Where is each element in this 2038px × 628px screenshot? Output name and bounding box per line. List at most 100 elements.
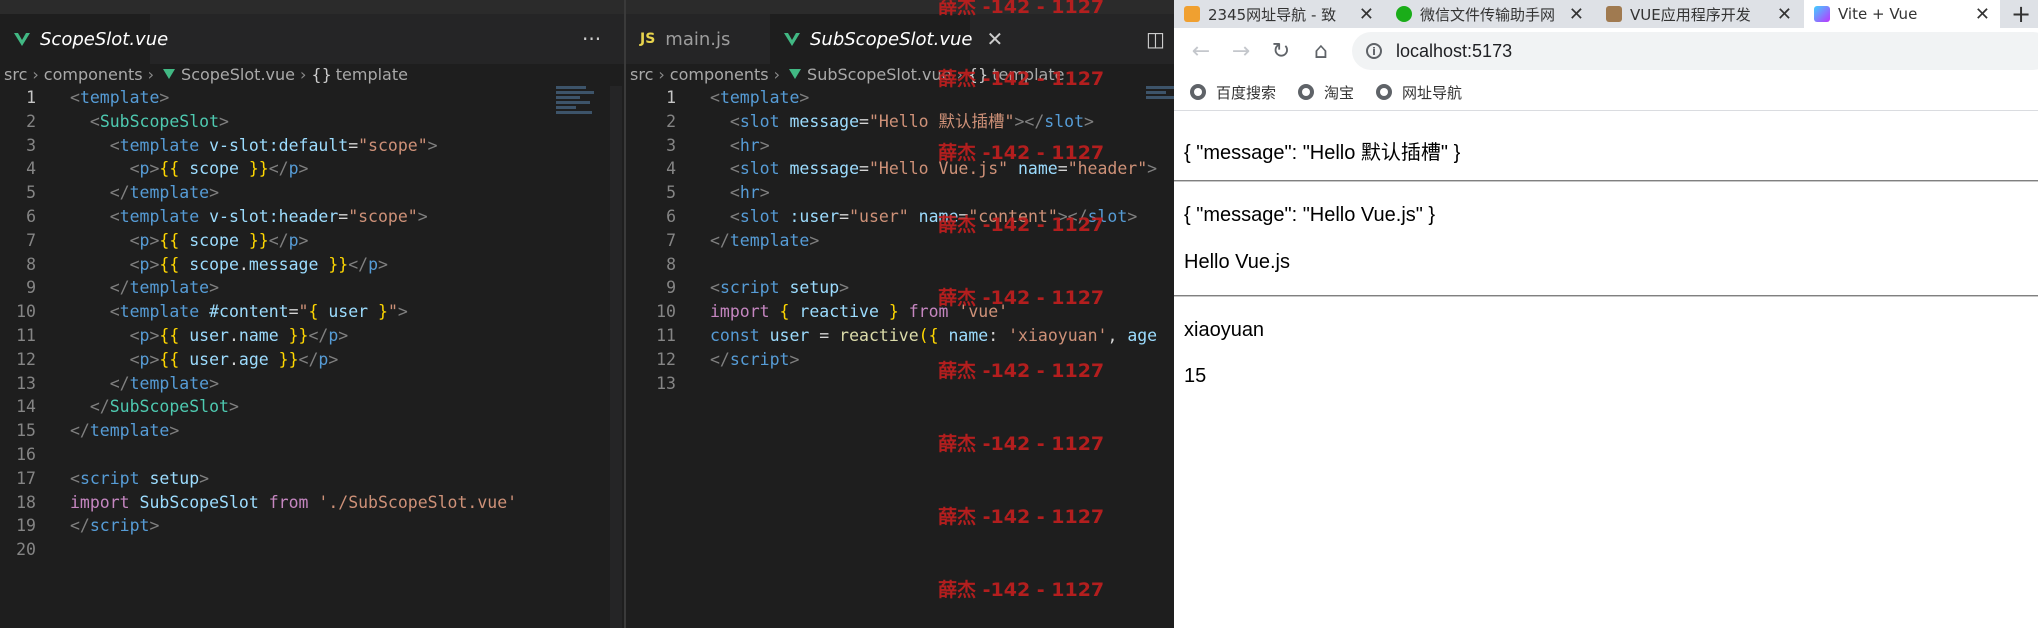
code-token: 'vue' <box>958 302 1009 322</box>
code-line[interactable]: 6 <slot :user="user" name="content"></sl… <box>626 205 1174 229</box>
close-icon[interactable]: ✕ <box>1975 4 1990 25</box>
tab-subscopeslot-vue[interactable]: SubScopeSlot.vue ✕ <box>770 14 1003 64</box>
new-tab-button[interactable]: + <box>2004 0 2038 28</box>
tab-scopeslot-vue[interactable]: ScopeSlot.vue <box>0 14 168 64</box>
code-line[interactable]: 2 <slot message="Hello 默认插槽"></slot> <box>626 110 1174 134</box>
code-token: {{ <box>159 349 180 369</box>
code-line[interactable]: 13 <box>626 372 1174 396</box>
code-token: > <box>199 468 210 488</box>
breadcrumb-item-src[interactable]: src <box>4 65 27 84</box>
browser-tab-2345[interactable]: 2345网址导航 - 致 ✕ <box>1174 0 1384 28</box>
code-line[interactable]: 18 import SubScopeSlot from './SubScopeSl… <box>0 491 624 515</box>
line-source: </template> <box>710 229 819 253</box>
breadcrumb-item-template[interactable]: template <box>336 65 408 84</box>
code-line[interactable]: 4 <p>{{ scope }}</p> <box>0 157 624 181</box>
code-token: }} <box>248 159 269 179</box>
code-line[interactable]: 16 <box>0 443 624 467</box>
code-line[interactable]: 17 <script setup> <box>0 467 624 491</box>
code-line[interactable]: 3 <template v-slot:default="scope"> <box>0 134 624 158</box>
line-number: 2 <box>666 111 676 131</box>
browser-tab-wechat[interactable]: 微信文件传输助手网 ✕ <box>1386 0 1594 28</box>
code-line[interactable]: 1 <template> <box>0 86 624 110</box>
globe-icon <box>1298 84 1315 100</box>
breadcrumb-item-file[interactable]: SubScopeSlot.vue <box>807 65 951 84</box>
tab-main-js[interactable]: JS main.js <box>626 14 770 64</box>
close-icon[interactable]: ✕ <box>986 27 1003 51</box>
code-token: < <box>129 349 140 369</box>
browser-tab-vue-dev[interactable]: VUE应用程序开发 ✕ <box>1596 0 1802 28</box>
split-editor-icon[interactable]: ◫ <box>1146 14 1165 64</box>
code-token: < <box>129 254 140 274</box>
home-icon[interactable]: ⌂ <box>1306 36 1336 66</box>
code-line[interactable]: 10 <template #content="{ user }"> <box>0 300 624 324</box>
browser-tab-vite-vue[interactable]: Vite + Vue ✕ <box>1804 0 2000 28</box>
breadcrumb-item-components[interactable]: components <box>670 65 769 84</box>
code-token: > <box>298 159 309 179</box>
code-token: './SubScopeSlot.vue' <box>318 492 518 512</box>
close-icon[interactable]: ✕ <box>1777 4 1792 25</box>
breadcrumb-item-src[interactable]: src <box>630 65 653 84</box>
bookmark-taobao[interactable]: 淘宝 <box>1298 82 1354 103</box>
code-line[interactable]: 8 <p>{{ scope.message }}</p> <box>0 253 624 277</box>
more-actions-button[interactable]: ··· <box>582 14 601 64</box>
line-source: </template> <box>70 372 219 396</box>
code-line[interactable]: 11 const user = reactive({ name: 'xiaoyua… <box>626 324 1174 348</box>
code-line[interactable]: 6 <template v-slot:header="scope"> <box>0 205 624 229</box>
code-token: " <box>387 302 398 322</box>
close-icon[interactable]: ✕ <box>1359 4 1374 25</box>
code-area[interactable]: 1 <template> 2 <SubScopeSlot> 3 <template v… <box>0 86 624 562</box>
line-number: 3 <box>666 135 676 155</box>
site-info-icon[interactable]: i <box>1366 43 1382 59</box>
forward-arrow-icon[interactable]: → <box>1226 36 1256 66</box>
line-number: 16 <box>16 444 36 464</box>
address-bar[interactable]: i localhost:5173 <box>1352 32 2038 70</box>
breadcrumb-item-components[interactable]: components <box>44 65 143 84</box>
code-line[interactable]: 2 <SubScopeSlot> <box>0 110 624 134</box>
editor-pane-right: JS main.js SubScopeSlot.vue ✕ ◫ src › co… <box>626 0 1178 628</box>
code-token: > <box>1147 159 1158 179</box>
site-2345-icon <box>1184 6 1200 22</box>
code-line[interactable]: 20 <box>0 538 624 562</box>
code-line[interactable]: 9 </template> <box>0 276 624 300</box>
slot-header-scope-output: { "message": "Hello Vue.js" } <box>1184 204 1436 226</box>
code-line[interactable]: 12 </script> <box>626 348 1174 372</box>
code-line[interactable]: 9 <script setup> <box>626 276 1174 300</box>
line-source: <p>{{ user.age }}</p> <box>70 348 339 372</box>
code-line[interactable]: 4 <slot message="Hello Vue.js" name="hea… <box>626 157 1174 181</box>
code-line[interactable]: 7 <p>{{ scope }}</p> <box>0 229 624 253</box>
code-line[interactable]: 5 </template> <box>0 181 624 205</box>
code-line[interactable]: 8 <box>626 253 1174 277</box>
code-line[interactable]: 7 </template> <box>626 229 1174 253</box>
code-line[interactable]: 10 import { reactive } from 'vue' <box>626 300 1174 324</box>
title-strip <box>626 0 1174 14</box>
back-arrow-icon[interactable]: ← <box>1186 36 1216 66</box>
code-line[interactable]: 15 </template> <box>0 419 624 443</box>
code-token: > <box>169 421 180 441</box>
code-line[interactable]: 11 <p>{{ user.name }}</p> <box>0 324 624 348</box>
breadcrumb-item-template[interactable]: template <box>992 65 1064 84</box>
close-icon[interactable]: ✕ <box>1569 4 1584 25</box>
address-url[interactable]: localhost:5173 <box>1396 41 1512 62</box>
code-token: setup <box>149 468 200 488</box>
bookmark-nav[interactable]: 网址导航 <box>1376 82 1462 103</box>
code-line[interactable]: 5 <hr> <box>626 181 1174 205</box>
breadcrumb-item-file[interactable]: ScopeSlot.vue <box>181 65 295 84</box>
code-line[interactable]: 13 </template> <box>0 372 624 396</box>
code-line[interactable]: 3 <hr> <box>626 134 1174 158</box>
line-number: 11 <box>656 325 676 345</box>
scrollbar[interactable] <box>610 86 622 628</box>
minimap[interactable] <box>556 86 598 126</box>
code-token: p <box>139 325 150 345</box>
code-line[interactable]: 19 </script> <box>0 514 624 538</box>
code-area[interactable]: 1 <template> 2 <slot message="Hello 默认插槽">… <box>626 86 1174 395</box>
code-line[interactable]: 14 </SubScopeSlot> <box>0 395 624 419</box>
code-line[interactable]: 1 <template> <box>626 86 1174 110</box>
reload-icon[interactable]: ↻ <box>1266 36 1296 66</box>
code-token: > <box>378 254 388 274</box>
code-token: </ <box>268 230 289 250</box>
code-token: "scope" <box>358 135 428 155</box>
code-line[interactable]: 12 <p>{{ user.age }}</p> <box>0 348 624 372</box>
bookmark-baidu[interactable]: 百度搜索 <box>1190 82 1276 103</box>
code-token: {{ <box>159 325 180 345</box>
